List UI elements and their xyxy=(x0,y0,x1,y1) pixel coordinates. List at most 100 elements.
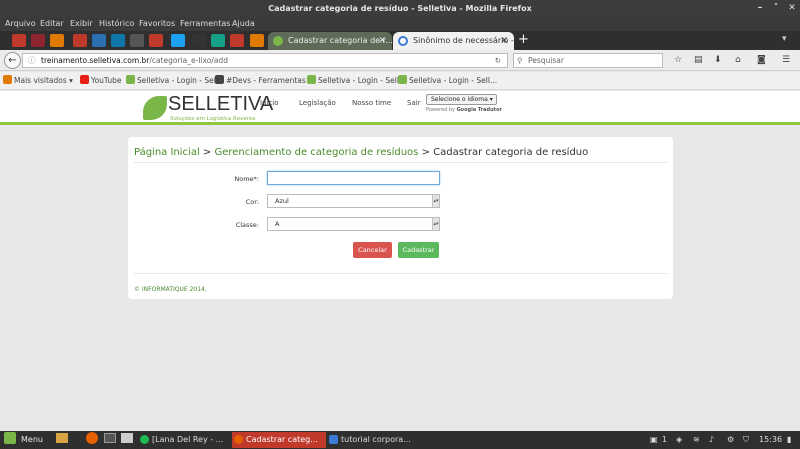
breadcrumb-parent-link[interactable]: Gerenciamento de categoria de resíduos xyxy=(214,147,418,158)
menu-item-ferramentas[interactable]: Ferramentas xyxy=(180,17,230,31)
bookmark-item[interactable]: Mais visitados ▾ xyxy=(3,72,73,90)
bookmark-star-icon[interactable]: ☆ xyxy=(674,55,682,65)
files-icon[interactable] xyxy=(121,431,133,449)
tab-label: Cadastrar categoria de r... xyxy=(288,36,392,45)
selletiva-favicon-icon xyxy=(398,75,407,84)
taskbar-window-document[interactable]: tutorial corpora... xyxy=(327,432,417,448)
breadcrumb-home-link[interactable]: Página Inicial xyxy=(134,147,200,158)
pinned-tab-icon[interactable] xyxy=(111,34,125,47)
pinned-tab-icon[interactable] xyxy=(50,34,64,47)
tab-cadastrar-categoria[interactable]: Cadastrar categoria de r... ✕ xyxy=(268,32,392,50)
nav-link-sair[interactable]: Sair xyxy=(407,99,421,107)
pinned-tab-icon[interactable] xyxy=(130,34,144,47)
class-label: Classe: xyxy=(235,221,259,229)
terminal-icon[interactable] xyxy=(104,431,116,449)
chevron-down-icon: ▾ xyxy=(489,96,493,103)
menu-item-exibir[interactable]: Exibir xyxy=(70,17,93,31)
menu-item-historico[interactable]: Histórico xyxy=(99,17,134,31)
nav-link-legislacao[interactable]: Legislação xyxy=(299,99,336,107)
document-icon xyxy=(329,435,338,444)
selletiva-favicon-icon xyxy=(307,75,316,84)
menu-item-favoritos[interactable]: Favoritos xyxy=(139,17,175,31)
url-bar[interactable]: ⓘ treinamento.selletiva.com.br/categoria… xyxy=(22,53,508,68)
window-titlebar: Cadastrar categoria de resíduo - Selleti… xyxy=(0,0,800,17)
navigation-toolbar: ← ⓘ treinamento.selletiva.com.br/categor… xyxy=(0,50,800,71)
search-placeholder: Pesquisar xyxy=(528,56,564,65)
bookmark-item[interactable]: Selletiva - Login - Sell... xyxy=(307,72,406,90)
pinned-tab-icon[interactable] xyxy=(230,34,244,47)
language-select[interactable]: Selecione o idioma ▾ xyxy=(426,94,497,105)
security-shield-icon[interactable]: ⛉ xyxy=(743,431,749,449)
taskbar: Menu [Lana Del Rey - ... Cadastrar categ… xyxy=(0,431,800,449)
pinned-tab-icon[interactable] xyxy=(250,34,264,47)
breadcrumb-current: Cadastrar categoria de resíduo xyxy=(433,147,589,158)
shield-icon[interactable]: ◈ xyxy=(676,431,682,449)
divider xyxy=(134,162,667,163)
nav-link-nosso-time[interactable]: Nosso time xyxy=(352,99,391,107)
chevron-down-icon[interactable]: ▾ xyxy=(782,34,787,44)
menu-item-arquivo[interactable]: Arquivo xyxy=(5,17,36,31)
download-icon[interactable]: ⬇ xyxy=(714,55,722,65)
menu-item-ajuda[interactable]: Ajuda xyxy=(232,17,255,31)
pinned-tab-icon[interactable] xyxy=(31,34,45,47)
leaf-logo-icon[interactable] xyxy=(143,96,167,120)
powered-by-google: Powered by Google Tradutor xyxy=(426,107,502,113)
info-icon[interactable]: ⓘ xyxy=(28,54,36,67)
name-input[interactable] xyxy=(267,171,440,185)
search-input[interactable]: ⚲ Pesquisar xyxy=(513,53,663,68)
volume-icon[interactable]: ♪ xyxy=(709,431,714,449)
pinned-tab-icon[interactable] xyxy=(73,34,87,47)
home-icon[interactable]: ⌂ xyxy=(735,55,741,65)
bookmark-item[interactable]: Selletiva - Login - Sell... xyxy=(398,72,497,90)
pinned-tab-icon[interactable] xyxy=(92,34,106,47)
url-host: treinamento.selletiva.com.br xyxy=(41,56,150,65)
minimize-icon[interactable]: – xyxy=(754,2,766,14)
wifi-icon[interactable]: ≋ xyxy=(693,431,700,449)
taskbar-window-spotify[interactable]: [Lana Del Rey - ... xyxy=(138,432,230,448)
bookmark-item[interactable]: Selletiva - Login - Sel... xyxy=(126,72,223,90)
pinned-tab-icon[interactable] xyxy=(192,34,206,47)
back-button[interactable]: ← xyxy=(4,52,21,69)
show-desktop-icon[interactable]: ▮ xyxy=(787,431,791,449)
close-icon[interactable]: ✕ xyxy=(786,2,798,14)
site-header: SELLETIVA Soluções em Logística Reversa … xyxy=(0,91,800,125)
pinned-tab-icon[interactable] xyxy=(12,34,26,47)
tab-close-icon[interactable]: ✕ xyxy=(378,32,386,50)
form-card: Página Inicial > Gerenciamento de catego… xyxy=(128,137,673,299)
nav-link-inicio[interactable]: Início xyxy=(260,99,279,107)
chevron-updown-icon: ▴▾ xyxy=(432,195,439,207)
bookmark-item[interactable]: YouTube xyxy=(80,72,122,90)
hamburger-menu-icon[interactable]: ☰ xyxy=(782,55,790,65)
pinned-tab-icon[interactable] xyxy=(211,34,225,47)
notification-count: 1 xyxy=(662,435,668,444)
taskbar-window-firefox[interactable]: Cadastrar categ... xyxy=(232,432,326,448)
clock: 15:36 xyxy=(759,435,783,444)
color-select[interactable]: Azul ▴▾ xyxy=(267,194,440,208)
tab-label: Sinônimo de necessário - xyxy=(413,36,514,45)
tab-close-icon[interactable]: ✕ xyxy=(500,32,508,50)
firefox-icon[interactable] xyxy=(86,431,98,449)
pocket-icon[interactable]: ◙ xyxy=(757,55,766,65)
site-logo[interactable]: SELLETIVA xyxy=(168,93,273,116)
settings-icon[interactable]: ⚙ xyxy=(727,431,734,449)
folder-icon xyxy=(3,75,12,84)
folder-icon[interactable] xyxy=(56,431,68,449)
bookmark-item[interactable]: #Devs - Ferramentas ... xyxy=(215,72,315,90)
reload-icon[interactable]: ↻ xyxy=(495,54,501,67)
color-label: Cor: xyxy=(245,198,259,206)
chat-icon[interactable]: ▣ xyxy=(650,431,658,449)
tab-sinonimo[interactable]: Sinônimo de necessário - ✕ xyxy=(393,32,514,50)
name-label: Nome*: xyxy=(234,175,259,183)
pinned-tab-icon[interactable] xyxy=(171,34,185,47)
menu-item-editar[interactable]: Editar xyxy=(40,17,64,31)
start-menu-button[interactable]: Menu xyxy=(4,431,43,449)
class-select[interactable]: A ▴▾ xyxy=(267,217,440,231)
footer-copyright: © INFORMATIQUE 2014. xyxy=(134,286,207,293)
chevron-updown-icon: ▴▾ xyxy=(432,218,439,230)
save-button[interactable]: Cadastrar xyxy=(398,242,439,258)
devs-favicon-icon xyxy=(215,75,224,84)
maximize-icon[interactable]: ˄ xyxy=(770,2,782,14)
new-tab-icon[interactable]: + xyxy=(518,33,529,47)
cancel-button[interactable]: Cancelar xyxy=(353,242,392,258)
clipboard-icon[interactable]: ▤ xyxy=(694,55,703,65)
